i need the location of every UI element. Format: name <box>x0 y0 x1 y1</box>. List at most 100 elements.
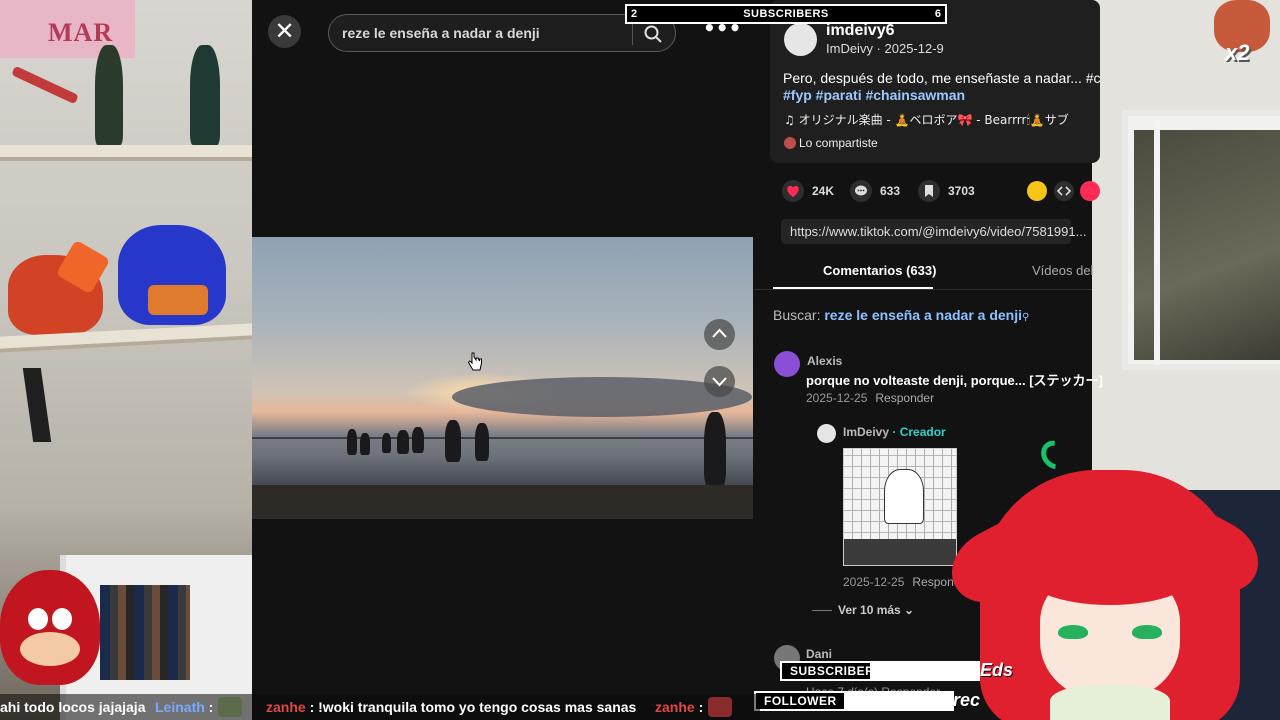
comment-search-query[interactable]: reze le enseña a nadar a denji <box>824 307 1022 323</box>
poster-text: MAR <box>48 18 114 47</box>
latest-subscriber-name: Eds <box>980 660 1014 680</box>
search-small-icon: ⚲ <box>1022 312 1030 323</box>
save-count: 3703 <box>948 184 975 198</box>
reply-button[interactable]: Responder <box>875 391 934 405</box>
chevron-down-icon <box>712 377 727 387</box>
room-background-left: MAR <box>0 0 252 720</box>
knuckles-eye-right <box>52 608 72 630</box>
beach-sunset-photo[interactable] <box>252 237 753 519</box>
shared-label: Lo compartiste <box>799 136 878 150</box>
music-track[interactable]: ♫ オリジナル楽曲 - 🧘ベロボア🎀 - Bearrrr🕯🧘サブ <box>784 111 1069 128</box>
creator-badge: · Creador <box>892 425 946 439</box>
vtuber-eye-right <box>1132 625 1162 639</box>
vtuber-eye-left <box>1058 625 1088 639</box>
more-replies-line <box>812 610 832 611</box>
reply-avatar[interactable] <box>817 424 836 443</box>
send-icon[interactable] <box>1080 181 1100 201</box>
chat-text: : !woki tranquila tomo yo tengo cosas ma… <box>309 699 637 715</box>
shelf-top <box>0 145 252 161</box>
silhouette <box>445 420 461 462</box>
video-link: https://www.tiktok.com/@imdeivy6/video/7… <box>790 224 1087 239</box>
copy-link-field[interactable]: https://www.tiktok.com/@imdeivy6/video/7… <box>781 219 1086 244</box>
share-coin-icon[interactable] <box>1027 181 1047 201</box>
comment-text: porque no volteaste denji, porque... [ステ… <box>806 373 1103 388</box>
chat-emote-icon <box>218 697 242 717</box>
search-input[interactable]: reze le enseña a nadar a denji <box>328 14 676 52</box>
figure-weapon <box>11 65 79 105</box>
silhouette <box>704 412 726 487</box>
author-name-date: ImDeivy · 2025-12-9 <box>826 41 944 56</box>
next-video-button[interactable] <box>704 366 735 397</box>
chat-message: zanhe : !woki tranquila tomo yo tengo co… <box>266 699 636 715</box>
latest-follower-bar <box>846 691 954 711</box>
chat-user: Leinath <box>155 699 205 715</box>
silhouette <box>475 423 489 461</box>
embed-icon[interactable] <box>1054 181 1074 201</box>
comment-avatar[interactable] <box>774 351 800 377</box>
latest-subscriber-label: SUBSCRIBERS <box>780 661 882 681</box>
silhouette <box>412 427 424 453</box>
emote-multiplier: x2 <box>1225 40 1250 65</box>
chevron-up-icon <box>712 328 727 338</box>
code-icon <box>1056 186 1072 196</box>
tab-creator-videos[interactable]: Vídeos del <box>1032 263 1093 278</box>
comment-author[interactable]: Dani <box>806 647 832 661</box>
like-button[interactable] <box>782 180 804 202</box>
author-avatar[interactable] <box>784 23 817 56</box>
knuckles-emote <box>0 570 100 685</box>
view-more-replies[interactable]: Ver 10 más ⌄ <box>838 603 914 617</box>
figure-1 <box>95 45 123 145</box>
vtuber-bangs <box>1020 535 1200 605</box>
hashtags[interactable]: #fyp #parati #chainsawman <box>783 87 965 103</box>
comment-meta: 2025-12-25 Responder <box>806 391 934 405</box>
silhouette <box>397 430 409 454</box>
sub-goal-target: 6 <box>934 8 941 20</box>
reply-author-name: ImDeivy <box>843 425 890 439</box>
search-icon[interactable] <box>643 24 663 44</box>
books <box>100 585 190 680</box>
reply-date: 2025-12-25 <box>843 575 905 589</box>
close-button[interactable]: ✕ <box>268 15 301 48</box>
reply-author[interactable]: ImDeivy · Creador <box>843 425 946 439</box>
tab-comments[interactable]: Comentarios (633) <box>823 263 936 278</box>
heart-icon <box>787 185 799 197</box>
shelf-bracket <box>22 368 52 442</box>
chat-user: zanhe <box>266 699 306 715</box>
blue-dragon-figure <box>118 225 226 325</box>
view-more-label: Ver 10 más <box>838 603 901 617</box>
chat-text: : <box>208 699 214 715</box>
chat-emote-icon <box>708 697 732 717</box>
beach-sand <box>252 485 753 519</box>
hand-cursor-icon <box>467 352 482 371</box>
latest-follower-name: rec <box>953 690 981 710</box>
save-button[interactable] <box>918 180 940 202</box>
red-helmet-figure <box>8 255 103 335</box>
comment-author[interactable]: Alexis <box>807 354 842 368</box>
latest-follower-label: FOLLOWER <box>754 691 846 711</box>
previous-video-button[interactable] <box>704 319 735 350</box>
chat-message: zanhe : <box>655 699 703 715</box>
comment-search-prefix: Buscar: <box>773 307 821 323</box>
share-icon <box>784 137 796 149</box>
silhouette <box>360 433 370 455</box>
shared-status: Lo compartiste <box>784 136 878 150</box>
search-query-text: reze le enseña a nadar a denji <box>342 25 540 41</box>
vtuber-body <box>1050 685 1170 720</box>
comment-count: 633 <box>880 184 901 198</box>
comment-icon <box>855 185 867 196</box>
silhouette <box>382 433 391 453</box>
chat-user: zanhe <box>655 699 695 715</box>
comment-date: 2025-12-25 <box>806 391 868 405</box>
like-count: 24K <box>812 184 835 198</box>
author-handle[interactable]: imdeivy6 <box>826 22 894 40</box>
stream-frame: MAR x2 ✕ reze le enseña a nadar a denji <box>0 0 1280 720</box>
knuckles-eye-left <box>28 608 48 630</box>
search-divider <box>632 23 633 45</box>
latest-subscriber-bar <box>870 661 980 681</box>
sub-goal-title: SUBSCRIBERS <box>743 8 829 20</box>
comment-button[interactable] <box>850 180 872 202</box>
subscriber-goal-bar: 2 SUBSCRIBERS 6 <box>625 4 947 24</box>
video-description: Pero, después de todo, me enseñaste a na… <box>783 70 1101 86</box>
bookmark-icon <box>925 185 933 197</box>
chat-message: ahi todo locos jajajaja <box>0 699 146 715</box>
